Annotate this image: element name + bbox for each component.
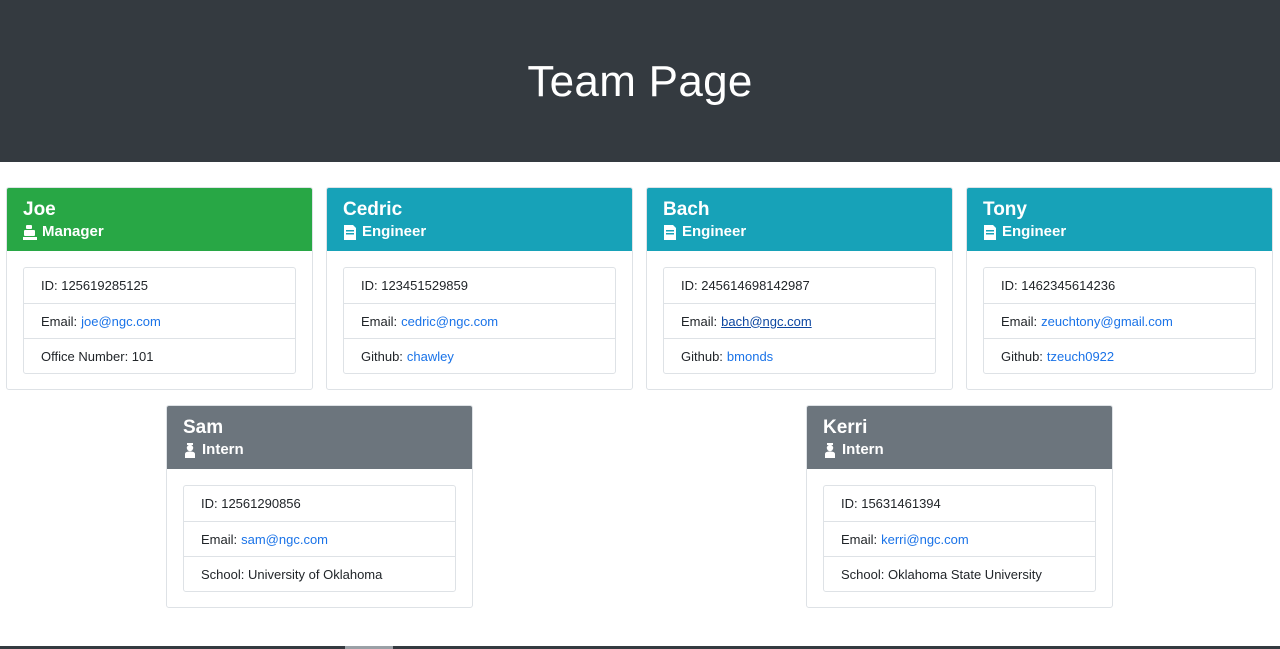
id-text: ID: 125619285125 bbox=[41, 278, 148, 293]
employee-details: ID: 15631461394 Email: kerri@ngc.com Sch… bbox=[823, 485, 1096, 592]
github-link[interactable]: chawley bbox=[407, 349, 454, 364]
id-text: ID: 1462345614236 bbox=[1001, 278, 1116, 293]
id-text: ID: 245614698142987 bbox=[681, 278, 810, 293]
glasses-icon bbox=[343, 224, 357, 240]
employee-role: Intern bbox=[823, 440, 1096, 460]
card-header: Sam Intern bbox=[167, 406, 472, 469]
github-row: Github: bmonds bbox=[664, 338, 935, 373]
role-label: Manager bbox=[42, 223, 104, 240]
email-link[interactable]: cedric@ngc.com bbox=[401, 314, 498, 329]
email-row: Email: sam@ngc.com bbox=[184, 521, 455, 556]
id-row: ID: 123451529859 bbox=[344, 268, 615, 303]
employee-card-engineer: Bach Engineer ID: 245614698142987 Email:… bbox=[646, 187, 953, 390]
card-header: Bach Engineer bbox=[647, 188, 952, 251]
card-header: Kerri Intern bbox=[807, 406, 1112, 469]
employee-details: ID: 1462345614236 Email: zeuchtony@gmail… bbox=[983, 267, 1256, 374]
employee-card-engineer: Cedric Engineer ID: 123451529859 Email: … bbox=[326, 187, 633, 390]
role-label: Intern bbox=[842, 441, 884, 458]
employee-role: Engineer bbox=[663, 222, 936, 242]
id-row: ID: 245614698142987 bbox=[664, 268, 935, 303]
employee-card-intern: Sam Intern ID: 12561290856 Email: sam@ng… bbox=[166, 405, 473, 608]
github-link[interactable]: tzeuch0922 bbox=[1047, 349, 1114, 364]
role-label: Engineer bbox=[682, 223, 747, 240]
email-row: Email: joe@ngc.com bbox=[24, 303, 295, 338]
github-link[interactable]: bmonds bbox=[727, 349, 773, 364]
github-label: Github: bbox=[681, 348, 723, 364]
role-label: Engineer bbox=[362, 223, 427, 240]
glasses-icon bbox=[663, 224, 677, 240]
email-label: Email: bbox=[1001, 313, 1038, 329]
role-label: Engineer bbox=[1002, 223, 1067, 240]
card-header: Cedric Engineer bbox=[327, 188, 632, 251]
id-row: ID: 15631461394 bbox=[824, 486, 1095, 521]
employee-card-engineer: Tony Engineer ID: 1462345614236 Email: z… bbox=[966, 187, 1273, 390]
id-row: ID: 125619285125 bbox=[24, 268, 295, 303]
employee-role: Engineer bbox=[343, 222, 616, 242]
email-link[interactable]: sam@ngc.com bbox=[241, 532, 328, 547]
id-text: ID: 123451529859 bbox=[361, 278, 468, 293]
email-row: Email: zeuchtony@gmail.com bbox=[984, 303, 1255, 338]
employee-details: ID: 123451529859 Email: cedric@ngc.com G… bbox=[343, 267, 616, 374]
github-row: Github: tzeuch0922 bbox=[984, 338, 1255, 373]
email-link[interactable]: kerri@ngc.com bbox=[881, 532, 969, 547]
mug-icon bbox=[23, 224, 37, 240]
employee-role: Intern bbox=[183, 440, 456, 460]
email-label: Email: bbox=[681, 313, 718, 329]
graduate-icon bbox=[823, 442, 837, 458]
email-label: Email: bbox=[841, 531, 878, 547]
employee-name: Tony bbox=[983, 199, 1027, 220]
employee-name: Sam bbox=[183, 417, 224, 438]
email-link[interactable]: zeuchtony@gmail.com bbox=[1041, 314, 1173, 329]
school-text: School: Oklahoma State University bbox=[841, 566, 1042, 582]
card-header: Joe Manager bbox=[7, 188, 312, 251]
employee-role: Engineer bbox=[983, 222, 1256, 242]
employee-details: ID: 245614698142987 Email: bach@ngc.com … bbox=[663, 267, 936, 374]
email-label: Email: bbox=[361, 313, 398, 329]
github-label: Github: bbox=[1001, 348, 1043, 364]
employee-card-manager: Joe Manager ID: 125619285125 Email: joe@… bbox=[6, 187, 313, 390]
employee-name: Cedric bbox=[343, 199, 403, 220]
id-row: ID: 1462345614236 bbox=[984, 268, 1255, 303]
email-label: Email: bbox=[41, 313, 78, 329]
page-header: Team Page bbox=[0, 0, 1280, 162]
employee-details: ID: 125619285125 Email: joe@ngc.com Offi… bbox=[23, 267, 296, 374]
office-number-text: Office Number: 101 bbox=[41, 348, 154, 364]
email-link[interactable]: bach@ngc.com bbox=[721, 314, 812, 329]
email-row: Email: bach@ngc.com bbox=[664, 303, 935, 338]
role-label: Intern bbox=[202, 441, 244, 458]
employee-name: Kerri bbox=[823, 417, 868, 438]
id-row: ID: 12561290856 bbox=[184, 486, 455, 521]
id-text: ID: 12561290856 bbox=[201, 496, 301, 511]
graduate-icon bbox=[183, 442, 197, 458]
github-label: Github: bbox=[361, 348, 403, 364]
school-text: School: University of Oklahoma bbox=[201, 566, 383, 582]
card-header: Tony Engineer bbox=[967, 188, 1272, 251]
glasses-icon bbox=[983, 224, 997, 240]
email-link[interactable]: joe@ngc.com bbox=[81, 314, 161, 329]
page-title: Team Page bbox=[527, 57, 753, 106]
email-label: Email: bbox=[201, 531, 238, 547]
employee-role: Manager bbox=[23, 222, 296, 242]
employee-card-intern: Kerri Intern ID: 15631461394 Email: kerr… bbox=[806, 405, 1113, 608]
school-row: School: Oklahoma State University bbox=[824, 556, 1095, 591]
employee-name: Joe bbox=[23, 199, 56, 220]
office-row: Office Number: 101 bbox=[24, 338, 295, 373]
id-text: ID: 15631461394 bbox=[841, 496, 941, 511]
email-row: Email: kerri@ngc.com bbox=[824, 521, 1095, 556]
github-row: Github: chawley bbox=[344, 338, 615, 373]
email-row: Email: cedric@ngc.com bbox=[344, 303, 615, 338]
employee-name: Bach bbox=[663, 199, 710, 220]
employee-details: ID: 12561290856 Email: sam@ngc.com Schoo… bbox=[183, 485, 456, 592]
school-row: School: University of Oklahoma bbox=[184, 556, 455, 591]
